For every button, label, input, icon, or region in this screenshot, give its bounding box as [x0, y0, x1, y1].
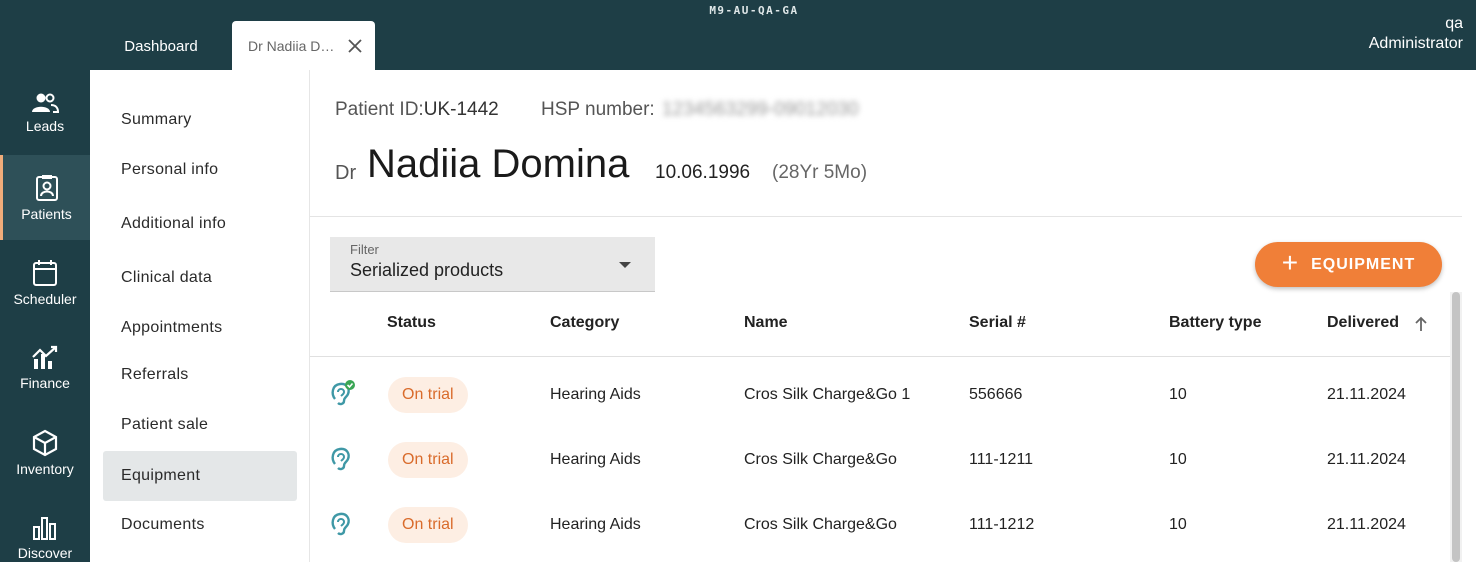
status-badge: On trial [388, 441, 468, 478]
top-bar: M9-AU-QA-GA Dashboard Dr Nadiia Domina q… [0, 0, 1476, 70]
hearing-aid-active-icon [331, 380, 355, 406]
user-role: Administrator [1368, 35, 1463, 52]
column-header-category[interactable]: Category [550, 314, 619, 332]
cell-category: Hearing Aids [550, 385, 641, 403]
status-badge: On trial [388, 376, 468, 413]
tab-patient-label: Dr Nadiia Domina [248, 37, 338, 54]
cell-name: Cros Silk Charge&Go 1 [744, 385, 911, 403]
hearing-aid-icon [331, 512, 350, 536]
submenu-referrals[interactable]: Referrals [103, 350, 297, 400]
bar-chart-icon [33, 516, 56, 540]
nav-inventory-label: Inventory [16, 460, 74, 477]
patient-id-value: UK-1442 [423, 99, 499, 120]
submenu-clinical-data[interactable]: Clinical data [103, 253, 297, 303]
nav-patients[interactable]: Patients [0, 155, 90, 240]
finance-chart-icon [32, 345, 58, 369]
close-icon[interactable] [346, 37, 364, 55]
cell-delivered: 21.11.2024 [1327, 385, 1406, 403]
scrollbar-thumb[interactable] [1452, 292, 1460, 562]
filter-value: Serialized products [350, 260, 504, 280]
patient-id-label: Patient ID: [335, 99, 424, 120]
patient-badge-icon [35, 174, 58, 201]
hsp-number-value: 1234563299-09012030 [661, 99, 859, 120]
user-menu[interactable]: qa Administrator [1369, 14, 1463, 54]
submenu-personal-info[interactable]: Personal info [103, 145, 297, 195]
main-content: Patient ID:UK-1442 HSP number: 123456329… [310, 70, 1476, 562]
column-header-status[interactable]: Status [387, 314, 436, 332]
box-icon [32, 429, 58, 456]
cell-serial: 556666 [969, 385, 1023, 403]
nav-patients-label: Patients [21, 205, 72, 222]
patient-submenu: Summary Personal info Additional info Cl… [90, 70, 310, 562]
submenu-additional-info[interactable]: Additional info [103, 199, 297, 249]
cell-name: Cros Silk Charge&Go [744, 450, 897, 468]
add-equipment-label: EQUIPMENT [1311, 255, 1416, 273]
calendar-icon [33, 259, 57, 286]
hsp-number: HSP number: 1234563299-09012030 [541, 99, 859, 121]
tab-dashboard-label: Dashboard [124, 37, 198, 55]
submenu-appointments[interactable]: Appointments [103, 303, 297, 353]
table-row[interactable]: On trial Hearing Aids Cros Silk Charge&G… [310, 427, 1450, 492]
hsp-number-label: HSP number: [541, 99, 655, 120]
column-header-name[interactable]: Name [744, 314, 788, 332]
left-nav: Leads Patients Scheduler Finance Invento… [0, 70, 90, 562]
tab-dashboard[interactable]: Dashboard [90, 22, 232, 70]
cell-serial: 111-1211 [969, 450, 1034, 468]
status-badge: On trial [388, 506, 468, 543]
table-header-divider [310, 356, 1450, 357]
nav-finance-label: Finance [20, 374, 70, 391]
cell-battery: 10 [1169, 450, 1187, 468]
submenu-patient-sale[interactable]: Patient sale [103, 400, 297, 450]
table-row[interactable]: On trial Hearing Aids Cros Silk Charge&G… [310, 362, 1450, 427]
patient-id: Patient ID:UK-1442 [335, 99, 499, 121]
cell-category: Hearing Aids [550, 450, 641, 468]
column-header-serial[interactable]: Serial # [969, 314, 1026, 332]
caret-down-icon [619, 262, 631, 268]
header-divider [310, 216, 1462, 217]
cell-battery: 10 [1169, 515, 1187, 533]
user-name: qa [1445, 15, 1463, 32]
add-equipment-button[interactable]: + EQUIPMENT [1255, 242, 1442, 287]
nav-scheduler-label: Scheduler [13, 290, 77, 307]
cell-delivered: 21.11.2024 [1327, 515, 1406, 533]
patient-name: Nadiia Domina [367, 142, 630, 186]
patient-age: (28Yr 5Mo) [772, 162, 868, 183]
column-header-battery[interactable]: Battery type [1169, 314, 1261, 332]
nav-leads[interactable]: Leads [0, 70, 90, 155]
filter-select[interactable]: Filter Serialized products [330, 237, 655, 292]
nav-discover-label: Discover [17, 544, 73, 561]
environment-label: M9-AU-QA-GA [709, 4, 799, 17]
plus-icon: + [1281, 247, 1300, 278]
column-header-delivered[interactable]: Delivered [1327, 314, 1399, 332]
filter-label: Filter [350, 242, 379, 257]
nav-inventory[interactable]: Inventory [0, 410, 90, 495]
table-row[interactable]: On trial Hearing Aids Cros Silk Charge&G… [310, 492, 1450, 557]
submenu-documents[interactable]: Documents [103, 500, 297, 550]
sort-arrow-up-icon[interactable] [1413, 315, 1429, 333]
cell-name: Cros Silk Charge&Go [744, 515, 897, 533]
cell-category: Hearing Aids [550, 515, 641, 533]
nav-discover[interactable]: Discover [0, 495, 90, 562]
cell-battery: 10 [1169, 385, 1187, 403]
nav-leads-label: Leads [25, 117, 65, 134]
patient-dob: 10.06.1996 [655, 162, 751, 183]
users-icon [32, 93, 59, 113]
nav-finance[interactable]: Finance [0, 325, 90, 410]
submenu-summary[interactable]: Summary [103, 95, 297, 145]
submenu-equipment[interactable]: Equipment [103, 451, 297, 501]
patient-title: Dr [335, 162, 357, 184]
table-scrollbar[interactable] [1450, 292, 1462, 562]
cell-serial: 111-1212 [969, 515, 1035, 533]
hearing-aid-icon [331, 447, 350, 471]
nav-scheduler[interactable]: Scheduler [0, 240, 90, 325]
cell-delivered: 21.11.2024 [1327, 450, 1406, 468]
tab-patient[interactable]: Dr Nadiia Domina [232, 21, 375, 70]
